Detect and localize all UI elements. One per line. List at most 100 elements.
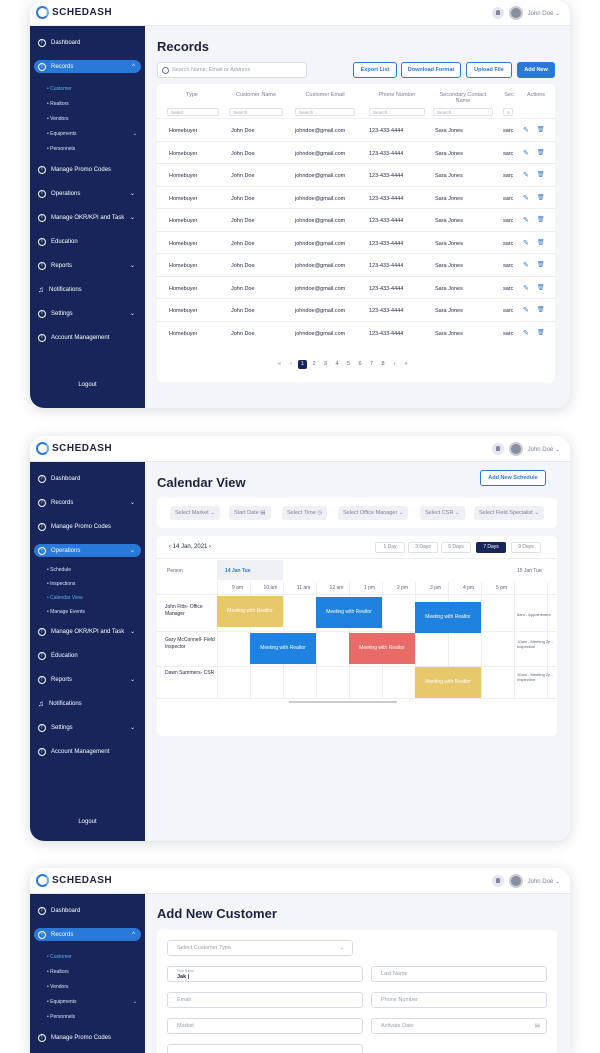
event-block[interactable]: Meeting with Realtor: [250, 633, 316, 664]
page-button[interactable]: 2: [310, 360, 319, 369]
additional-field[interactable]: [167, 1044, 363, 1053]
delete-icon[interactable]: 🗑: [537, 239, 545, 246]
type-filter-select[interactable]: Select: [167, 108, 219, 116]
last-name-field[interactable]: Last Name: [371, 966, 547, 982]
event-block[interactable]: Meeting with Realtor: [316, 597, 382, 628]
page-button[interactable]: 6: [356, 360, 365, 369]
sidebar-sub-calendar-view[interactable]: • Calendar View: [47, 595, 83, 601]
phone-filter-input[interactable]: Search: [369, 108, 425, 116]
sidebar-sub-equipments[interactable]: • Equipments ⌄: [47, 999, 137, 1005]
csr-select[interactable]: Select CSR ⌄: [420, 506, 465, 520]
export-list-button[interactable]: Export List: [353, 62, 397, 78]
page-button[interactable]: 8: [379, 360, 388, 369]
sidebar-sub-customer[interactable]: • Customer: [47, 954, 72, 960]
phone-number-field[interactable]: Phone Number: [371, 992, 547, 1008]
sidebar-item-promo-codes[interactable]: ! Manage Promo Codes: [34, 163, 141, 176]
sidebar-item-notifications[interactable]: ♫ Notifications: [34, 283, 141, 296]
day2-note[interactable]: 10am - Meeting 2p - Inspection: [517, 639, 557, 649]
last-page-button[interactable]: »: [402, 360, 411, 369]
user-menu[interactable]: John Doe ⌄: [491, 874, 560, 888]
sidebar-sub-realtors[interactable]: • Realtors: [47, 101, 69, 107]
range-button[interactable]: 5 Days: [441, 542, 471, 553]
sidebar-item-account[interactable]: ! Account Management: [34, 745, 141, 758]
sidebar-item-operations[interactable]: ! Operations ⌄: [34, 544, 141, 557]
first-page-button[interactable]: «: [275, 360, 284, 369]
edit-icon[interactable]: ✎: [523, 329, 529, 337]
next-page-button[interactable]: ›: [390, 360, 399, 369]
delete-icon[interactable]: 🗑: [537, 306, 545, 313]
logout-button[interactable]: Logout: [30, 382, 145, 388]
sidebar-item-account[interactable]: ! Account Management: [34, 331, 141, 344]
edit-icon[interactable]: ✎: [523, 306, 529, 314]
page-button[interactable]: 7: [367, 360, 376, 369]
avatar[interactable]: [508, 442, 523, 456]
range-button[interactable]: 9 Days: [511, 542, 541, 553]
delete-icon[interactable]: 🗑: [537, 216, 545, 223]
sidebar-item-settings[interactable]: ! Settings ⌄: [34, 307, 141, 320]
delete-icon[interactable]: 🗑: [537, 126, 545, 133]
sidebar-sub-manage-events[interactable]: • Manage Events: [47, 609, 85, 615]
page-button[interactable]: 1: [298, 360, 307, 369]
sidebar-sub-equipments[interactable]: • Equipments ⌄: [47, 131, 137, 137]
market-select[interactable]: Select Market ⌄: [170, 506, 220, 520]
sidebar-item-dashboard[interactable]: ! Dashboard: [34, 472, 141, 485]
sidebar-sub-vendors[interactable]: • Vendors: [47, 984, 69, 990]
range-button[interactable]: 3 Days: [408, 542, 438, 553]
sidebar-item-reports[interactable]: ! Reports ⌄: [34, 673, 141, 686]
sidebar-sub-realtors[interactable]: • Realtors: [47, 969, 69, 975]
edit-icon[interactable]: ✎: [523, 194, 529, 202]
sidebar-item-okr[interactable]: ! Manage OKR/KPI and Task ⌄: [34, 625, 141, 638]
start-date-picker[interactable]: Start Date ▤: [229, 506, 271, 520]
first-name-field[interactable]: First Name Jak |: [167, 966, 363, 982]
sidebar-sub-vendors[interactable]: • Vendors: [47, 116, 69, 122]
page-button[interactable]: 3: [321, 360, 330, 369]
download-format-button[interactable]: Download Format: [401, 62, 461, 78]
edit-icon[interactable]: ✎: [523, 216, 529, 224]
user-menu[interactable]: John Doe ⌄: [491, 6, 560, 20]
delete-icon[interactable]: 🗑: [537, 284, 545, 291]
page-button[interactable]: 5: [344, 360, 353, 369]
sidebar-item-okr[interactable]: ! Manage OKR/KPI and Task ⌄: [34, 211, 141, 224]
range-button[interactable]: 7 Days: [476, 542, 506, 553]
sidebar-sub-schedule[interactable]: • Schedule: [47, 567, 71, 573]
delete-icon[interactable]: 🗑: [537, 329, 545, 336]
app-logo[interactable]: SCHEDASH: [36, 6, 112, 19]
sidebar-item-settings[interactable]: ! Settings ⌄: [34, 721, 141, 734]
range-button[interactable]: 1 Day: [375, 542, 405, 553]
sidebar-item-education[interactable]: ! Education: [34, 235, 141, 248]
app-logo[interactable]: SCHEDASH: [36, 874, 112, 887]
user-menu[interactable]: John Doe ⌄: [491, 442, 560, 456]
sidebar-sub-personnels[interactable]: • Personnels: [47, 1014, 75, 1020]
prev-page-button[interactable]: ‹: [287, 360, 296, 369]
customer-type-select[interactable]: Select Customer Type ⌄: [167, 940, 353, 956]
event-block[interactable]: Meeting with Realtor: [415, 667, 481, 698]
logout-button[interactable]: Logout: [30, 819, 145, 825]
delete-icon[interactable]: 🗑: [537, 261, 545, 268]
name-filter-input[interactable]: Search: [229, 108, 283, 116]
email-filter-input[interactable]: Search: [295, 108, 355, 116]
sidebar-sub-personnels[interactable]: • Personnels: [47, 146, 75, 152]
event-block[interactable]: Meeting with Realtor: [415, 602, 481, 633]
event-block[interactable]: Meeting with Realtor: [217, 596, 283, 627]
sidebar-item-records[interactable]: ! Records ⌄: [34, 496, 141, 509]
field-specialist-select[interactable]: Select Field Specialist ⌄: [474, 506, 544, 520]
sec-filter-input[interactable]: S: [503, 108, 513, 116]
edit-icon[interactable]: ✎: [523, 261, 529, 269]
edit-icon[interactable]: ✎: [523, 239, 529, 247]
sidebar-item-promo-codes[interactable]: ! Manage Promo Codes: [34, 520, 141, 533]
activate-date-field[interactable]: Activate Date ▤: [371, 1018, 547, 1034]
search-input[interactable]: Search Name, Email or Address: [157, 62, 307, 78]
sidebar-item-notifications[interactable]: ♫ Notifications: [34, 697, 141, 710]
edit-icon[interactable]: ✎: [523, 149, 529, 157]
add-new-schedule-button[interactable]: Add New Schedule: [480, 470, 546, 486]
date-navigator[interactable]: ‹ 14 Jan, 2021 ›: [169, 544, 211, 550]
sidebar-item-education[interactable]: ! Education: [34, 649, 141, 662]
office-manager-select[interactable]: Select Office Manager ⌄: [338, 506, 409, 520]
avatar[interactable]: [508, 6, 523, 20]
sidebar-item-dashboard[interactable]: ! Dashboard: [34, 904, 141, 917]
app-logo[interactable]: SCHEDASH: [36, 442, 112, 455]
horizontal-scrollbar[interactable]: [289, 701, 397, 703]
page-button[interactable]: 4: [333, 360, 342, 369]
edit-icon[interactable]: ✎: [523, 284, 529, 292]
avatar[interactable]: [508, 874, 523, 888]
